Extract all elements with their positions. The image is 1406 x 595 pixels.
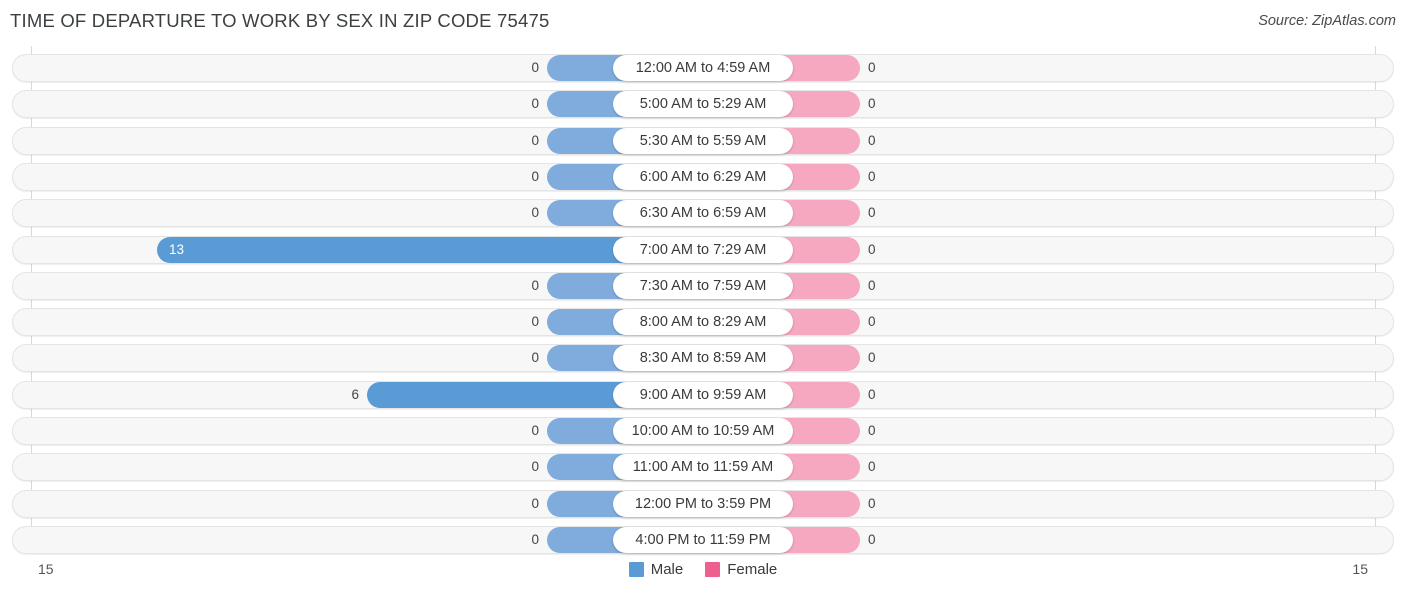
value-label-male: 6 [351,386,359,402]
value-label-male: 13 [169,241,185,257]
legend-swatch-female-icon [705,562,721,577]
bar-row-group: 6:30 AM to 6:59 AM 0 0 [0,200,1406,227]
value-label-female: 0 [868,350,876,366]
category-label: 7:00 AM to 7:29 AM [613,236,793,263]
bar-row-group: 7:30 AM to 7:59 AM 0 0 [0,272,1406,299]
value-label-male: 0 [531,168,539,184]
value-label-male: 0 [531,531,539,547]
value-label-male: 0 [531,459,539,475]
category-label: 7:30 AM to 7:59 AM [613,272,793,299]
value-label-male: 0 [531,350,539,366]
legend-item-male[interactable]: Male [628,561,684,578]
bar-row-group: 9:00 AM to 9:59 AM 6 0 [0,381,1406,408]
value-label-female: 0 [868,531,876,547]
value-label-male: 0 [531,96,539,112]
bar-row-group: 7:00 AM to 7:29 AM 13 0 [0,236,1406,263]
bar-row-group: 5:30 AM to 5:59 AM 0 0 [0,127,1406,154]
value-label-female: 0 [868,241,876,257]
bar-row-group: 8:30 AM to 8:59 AM 0 0 [0,345,1406,372]
value-label-female: 0 [868,132,876,148]
bar-row-group: 5:00 AM to 5:29 AM 0 0 [0,91,1406,118]
value-label-female: 0 [868,60,876,75]
chart-header: TIME OF DEPARTURE TO WORK BY SEX IN ZIP … [0,0,1406,46]
value-label-male: 0 [531,132,539,148]
bar-row-group: 8:00 AM to 8:29 AM 0 0 [0,309,1406,336]
bar-row-group: 12:00 PM to 3:59 PM 0 0 [0,490,1406,517]
legend-item-female[interactable]: Female [705,561,777,578]
value-label-female: 0 [868,423,876,438]
category-label: 11:00 AM to 11:59 AM [613,454,793,481]
value-label-female: 0 [868,314,876,330]
value-label-male: 0 [531,205,539,221]
legend-swatch-male-icon [628,562,644,577]
source-attribution: Source: ZipAtlas.com [1258,13,1396,29]
page-title: TIME OF DEPARTURE TO WORK BY SEX IN ZIP … [10,10,550,31]
category-label: 5:00 AM to 5:29 AM [613,91,793,118]
legend-label-male: Male [650,561,684,578]
value-label-female: 0 [868,96,876,112]
value-label-male: 0 [531,314,539,330]
value-label-female: 0 [868,386,876,402]
category-label: 6:00 AM to 6:29 AM [613,163,793,190]
category-label: 6:30 AM to 6:59 AM [613,200,793,227]
value-label-female: 0 [868,495,876,511]
value-label-male: 0 [531,277,539,293]
bar-row-group: 4:00 PM to 11:59 PM 0 0 [0,526,1406,553]
legend-label-female: Female [727,561,778,578]
value-label-female: 0 [868,277,876,293]
value-label-male: 0 [531,60,539,75]
category-label: 12:00 PM to 3:59 PM [613,490,793,517]
value-label-male: 0 [531,423,539,438]
chart-footer: 15 15 Male Female [0,556,1406,595]
value-label-female: 0 [868,205,876,221]
category-label: 9:00 AM to 9:59 AM [613,381,793,408]
bar-row-group: 12:00 AM to 4:59 AM 0 0 [0,55,1406,81]
category-label: 8:30 AM to 8:59 AM [613,345,793,372]
bar-row-group: 11:00 AM to 11:59 AM 0 0 [0,454,1406,481]
value-label-female: 0 [868,459,876,475]
chart-plot-area: 12:00 AM to 4:59 AM 0 0 5:00 AM to 5:29 AM 0… [0,46,1406,556]
bar-row-group: 10:00 AM to 10:59 AM 0 0 [0,418,1406,444]
category-label: 12:00 AM to 4:59 AM [613,55,793,81]
value-label-female: 0 [868,168,876,184]
chart-legend: Male Female [0,561,1406,578]
bar-row-group: 6:00 AM to 6:29 AM 0 0 [0,163,1406,190]
category-label: 10:00 AM to 10:59 AM [613,418,793,444]
value-label-male: 0 [531,495,539,511]
category-label: 5:30 AM to 5:59 AM [613,127,793,154]
category-label: 8:00 AM to 8:29 AM [613,309,793,336]
category-label: 4:00 PM to 11:59 PM [613,526,793,553]
